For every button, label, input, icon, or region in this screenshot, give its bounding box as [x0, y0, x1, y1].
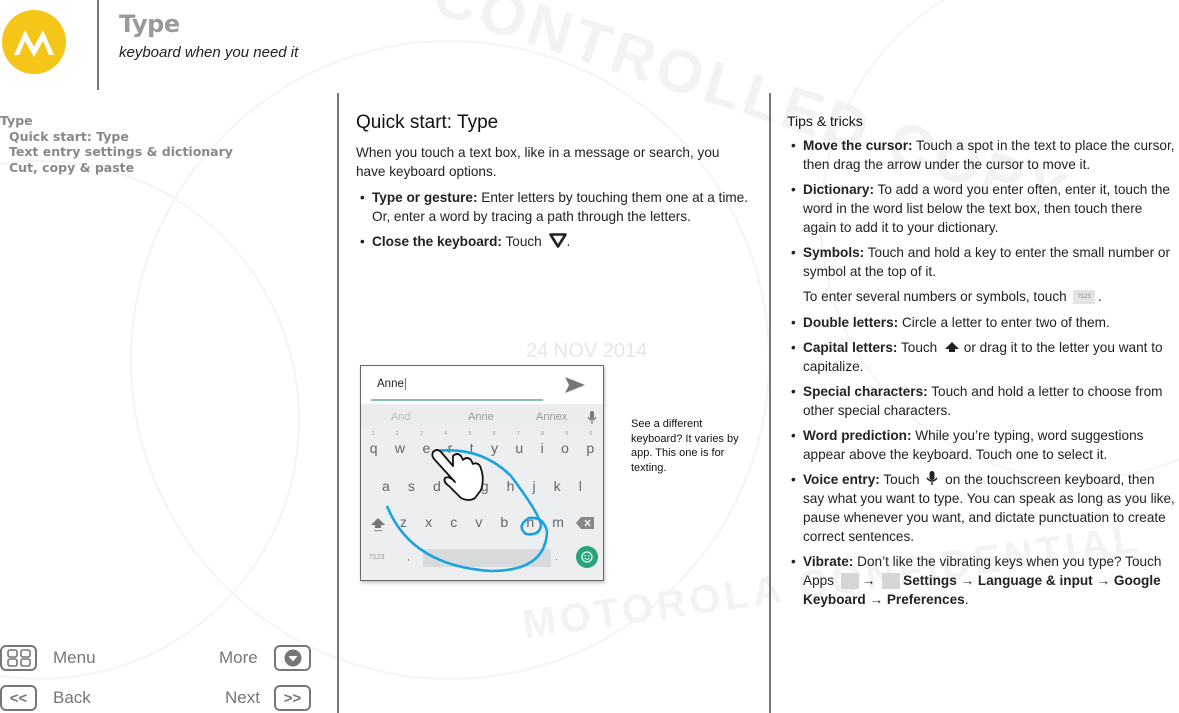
tip-term: Special characters: — [803, 384, 928, 399]
next-button[interactable]: >> — [274, 685, 311, 711]
path-language-input: Language & input — [977, 573, 1093, 588]
watermark-ring — [0, 160, 300, 680]
tips-list-continued: Double letters: Circle a letter to enter… — [787, 313, 1179, 609]
menu-grid-icon — [6, 649, 31, 667]
shift-arrow-icon — [945, 342, 960, 352]
apps-icon — [840, 573, 859, 590]
column-divider — [769, 93, 771, 713]
symbols-key-chip: ?123 — [1073, 290, 1095, 305]
settings-icon — [882, 573, 901, 590]
tip-term: Voice entry: — [803, 472, 880, 487]
quick-start-section: Quick start: Type When you touch a text … — [356, 112, 751, 257]
tip-term: Double letters: — [803, 315, 899, 330]
motorola-m-icon — [14, 30, 54, 57]
tip-double-letters: Double letters: Circle a letter to enter… — [787, 313, 1179, 332]
bullet-term: Type or gesture: — [372, 190, 478, 205]
toc-item-quick-start[interactable]: Quick start: Type — [0, 129, 233, 145]
toc-item-type[interactable]: Type — [0, 113, 233, 129]
keyboard-illustration: Anne And Anne Annex 1234567890 qwertyuio… — [360, 365, 604, 581]
motorola-logo — [2, 10, 66, 74]
bullet-term: Close the keyboard: — [372, 234, 502, 249]
back-icon: << — [9, 689, 28, 707]
intro-paragraph: When you touch a text box, like in a mes… — [356, 145, 720, 179]
tip-text: Touch — [879, 472, 920, 487]
path-settings: Settings — [903, 573, 957, 588]
more-button[interactable] — [274, 645, 311, 671]
arrow-icon: → — [960, 573, 975, 588]
next-label[interactable]: Next — [225, 688, 260, 708]
tip-term: Move the cursor: — [803, 138, 913, 153]
tip-word-prediction: Word prediction: While you’re typing, wo… — [787, 426, 1179, 464]
tip-capital-letters: Capital letters: Touch or drag it to the… — [787, 338, 1179, 376]
page-subtitle: keyboard when you need it — [119, 44, 299, 61]
quick-start-list: Type or gesture: Enter letters by touchi… — [356, 188, 751, 251]
microphone-icon — [926, 471, 938, 485]
tip-term: Vibrate: — [803, 554, 854, 569]
arrow-icon: → — [1096, 573, 1111, 588]
arrow-icon: → — [861, 573, 876, 588]
tip-special-characters: Special characters: Touch and hold a let… — [787, 382, 1179, 420]
arrow-icon: → — [869, 592, 884, 607]
more-label[interactable]: More — [219, 648, 258, 668]
menu-label[interactable]: Menu — [53, 648, 96, 668]
bullet-suffix: . — [566, 234, 571, 249]
menu-button[interactable] — [0, 645, 37, 671]
path-preferences: Preferences — [886, 592, 965, 607]
tip-term: Dictionary: — [803, 182, 875, 197]
tip-symbols: Symbols: Touch and hold a key to enter t… — [787, 243, 1179, 281]
tips-list: Move the cursor: Touch a spot in the tex… — [787, 136, 1179, 281]
section-heading: Quick start: Type — [356, 112, 499, 133]
tips-heading: Tips & tricks — [787, 113, 863, 129]
tip-voice-entry: Voice entry: Touch on the touchscreen ke… — [787, 470, 1179, 546]
chevron-down-circle-icon — [284, 649, 301, 667]
toc-item-text-entry-settings[interactable]: Text entry settings & dictionary — [0, 144, 233, 160]
tip-term: Capital letters: — [803, 340, 898, 355]
next-icon: >> — [283, 689, 302, 707]
column-divider — [337, 93, 339, 713]
header-divider — [97, 0, 99, 90]
back-label[interactable]: Back — [53, 688, 91, 708]
tip-term: Symbols: — [803, 245, 865, 260]
close-keyboard-icon — [548, 233, 567, 248]
tip-text: Circle a letter to enter two of them. — [898, 315, 1110, 330]
tip-vibrate: Vibrate: Don’t like the vibrating keys w… — [787, 552, 1179, 609]
watermark-date: 24 NOV 2014 — [526, 340, 648, 362]
back-button[interactable]: << — [0, 685, 37, 711]
illustration-caption: See a different keyboard? It varies by a… — [631, 418, 739, 474]
page-title: Type — [119, 10, 180, 38]
gesture-trace — [385, 449, 549, 573]
tip-dictionary: Dictionary: To add a word you enter ofte… — [787, 180, 1179, 237]
tip-move-cursor: Move the cursor: Touch a spot in the tex… — [787, 136, 1179, 174]
tip-term: Word prediction: — [803, 428, 912, 443]
toc-item-cut-copy-paste[interactable]: Cut, copy & paste — [0, 160, 233, 176]
tips-section: Tips & tricks Move the cursor: Touch a s… — [787, 113, 1179, 615]
list-item: Close the keyboard: Touch . — [356, 232, 751, 251]
hand-pointer-icon — [431, 449, 484, 501]
tip-symbols-continued: To enter several numbers or symbols, tou… — [803, 289, 1102, 305]
tip-text: To enter several numbers or symbols, tou… — [803, 289, 1067, 304]
table-of-contents: Type Quick start: Type Text entry settin… — [0, 113, 233, 175]
list-item: Type or gesture: Enter letters by touchi… — [356, 188, 751, 226]
tip-text: Touch — [897, 340, 938, 355]
bullet-text: Touch — [501, 234, 542, 249]
